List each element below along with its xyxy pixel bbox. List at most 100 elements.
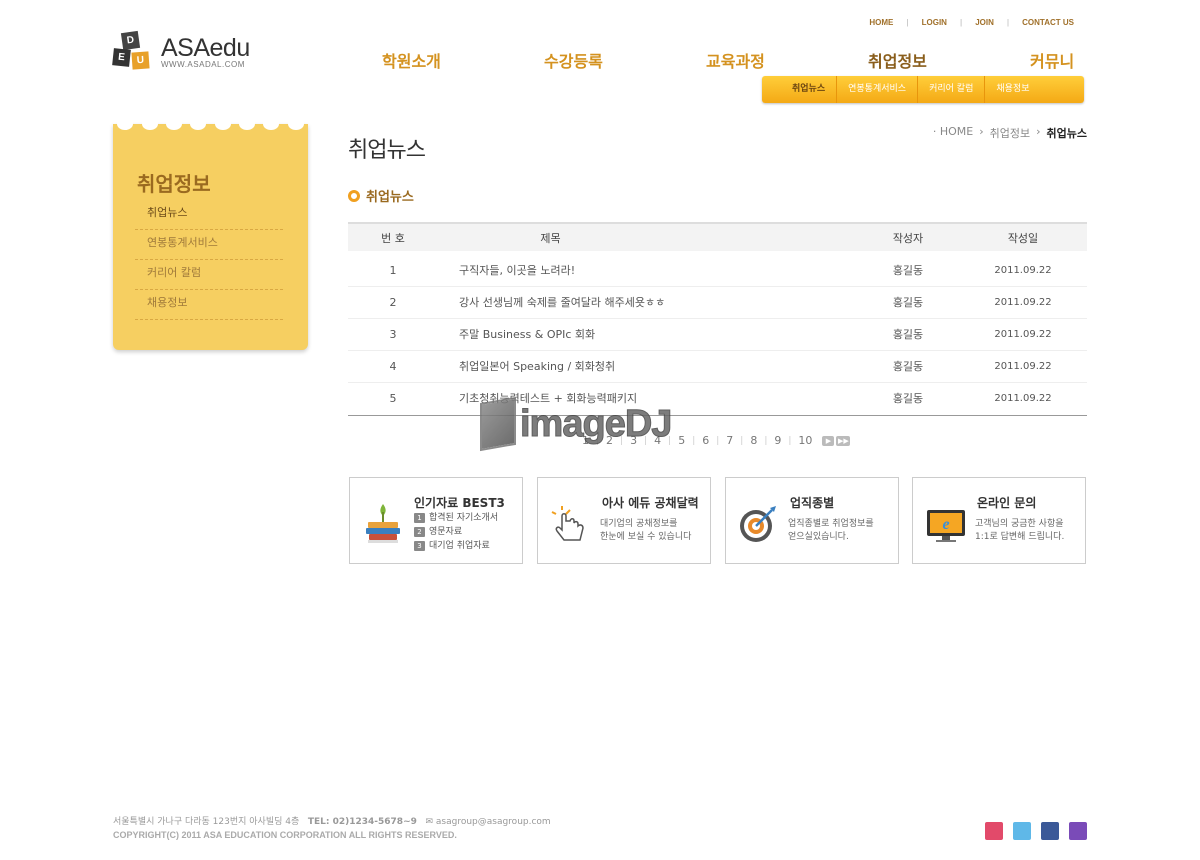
site-logo[interactable]: D E U ASAedu WWW.ASADAL.COM [112, 30, 250, 72]
facebook-icon[interactable] [1041, 822, 1059, 840]
rank-badge: 3 [414, 541, 425, 551]
banner-desc: 업직종별로 취업정보를얻으실있습니다. [788, 518, 898, 544]
banner-desc-line: 업직종별로 취업정보를 [788, 519, 874, 529]
banner-title: 업직종별 [790, 496, 835, 510]
banner-desc-line: 대기업의 공채정보를 [600, 519, 678, 529]
header-no: 번 호 [381, 232, 405, 245]
logo-name: ASAedu [161, 33, 250, 62]
page-link[interactable]: 9 [767, 434, 788, 447]
banner-title: 온라인 문의 [977, 496, 1037, 510]
target-icon [740, 506, 776, 542]
row-date: 2011.09.22 [994, 393, 1052, 404]
util-join-link[interactable]: JOIN [962, 18, 1007, 27]
gnb-item-about[interactable]: 학원소개 [382, 48, 441, 72]
sidebar-item-salary[interactable]: 연봉통계서비스 [135, 230, 283, 260]
sidebar-item-recruit[interactable]: 채용정보 [135, 290, 283, 320]
sidebar-item-news[interactable]: 취업뉴스 [135, 200, 283, 230]
rank-badge: 1 [414, 513, 425, 523]
row-no: 5 [389, 392, 397, 405]
best3-list: 1 합격된 자기소개서 2 영문자료 3 대기업 취업자료 [414, 511, 498, 553]
row-writer: 홍길동 [892, 392, 924, 405]
quick-banners: 인기자료 BEST3 1 합격된 자기소개서 2 영문자료 3 대기업 취업자료 아사… [349, 477, 1086, 564]
banner-desc-line: 고객님의 궁금한 사항을 [975, 519, 1064, 529]
sidebar-list: 취업뉴스 연봉통계서비스 커리어 칼럼 채용정보 [135, 200, 283, 320]
logo-blocks-icon: D E U [112, 30, 155, 72]
banner-title: 아사 에듀 공채달력 [602, 496, 699, 510]
row-title-link[interactable]: 취업일본어 Speaking / 회화청취 [459, 351, 615, 383]
gnb-item-courses[interactable]: 교육과정 [706, 48, 765, 72]
best3-text: 영문자료 [429, 527, 463, 537]
util-contact-link[interactable]: CONTACT US [1009, 18, 1087, 27]
banner-desc-line: 얻으실있습니다. [788, 532, 849, 542]
section-title: 취업뉴스 [366, 190, 414, 205]
page-link[interactable]: 7 [719, 434, 740, 447]
banner-inquiry[interactable]: e 온라인 문의 고객님의 궁금한 사항을 1:1로 답변해 드립니다. [912, 477, 1086, 564]
banner-title: 인기자료 BEST3 [414, 496, 505, 510]
watermark-cube-icon [480, 396, 516, 452]
board-header: 번 호 제목 작성자 작성일 [348, 222, 1087, 251]
subnav-item-recruit[interactable]: 채용정보 [985, 76, 1040, 103]
row-date: 2011.09.22 [994, 297, 1052, 308]
page-link[interactable]: 8 [743, 434, 764, 447]
best3-item[interactable]: 2 영문자료 [414, 525, 498, 539]
section-heading: 취업뉴스 [348, 186, 414, 205]
banner-best3[interactable]: 인기자료 BEST3 1 합격된 자기소개서 2 영문자료 3 대기업 취업자료 [349, 477, 523, 564]
table-row: 4 취업일본어 Speaking / 회화청취 홍길동 2011.09.22 [348, 351, 1087, 383]
breadcrumb-chevron-icon: › [979, 125, 984, 138]
footer: 서울특별시 가나구 다라동 123번지 아사빌딩 4층 TEL: 02)1234… [113, 816, 551, 842]
table-row: 2 강사 선생님께 숙제를 줄여달라 해주세욧ㅎㅎ 홍길동 2011.09.22 [348, 287, 1087, 319]
breadcrumb-home[interactable]: · HOME [933, 125, 973, 141]
row-title-link[interactable]: 구직자들, 이곳을 노려라! [459, 255, 575, 287]
header-writer: 작성자 [892, 232, 924, 245]
footer-email[interactable]: asagroup@asagroup.com [436, 817, 551, 827]
gnb-item-jobs[interactable]: 취업정보 [868, 48, 927, 72]
sidebar-title: 취업정보 [137, 172, 211, 196]
best3-item[interactable]: 3 대기업 취업자료 [414, 539, 498, 553]
footer-tel: TEL: 02)1234-5678~9 [307, 817, 417, 827]
page-link[interactable]: 6 [695, 434, 716, 447]
row-no: 1 [389, 264, 397, 277]
svg-text:e: e [942, 516, 949, 533]
util-login-link[interactable]: LOGIN [909, 18, 960, 27]
subnav-item-column[interactable]: 커리어 칼럼 [918, 76, 984, 103]
last-page-icon[interactable]: ▶▶ [836, 435, 851, 446]
util-home-link[interactable]: HOME [856, 18, 906, 27]
row-date: 2011.09.22 [994, 265, 1052, 276]
page-link[interactable]: 5 [671, 434, 692, 447]
sidebar-scallop-edge [113, 118, 308, 132]
logo-block: D [120, 30, 141, 51]
row-title-link[interactable]: 강사 선생님께 숙제를 줄여달라 해주세욧ㅎㅎ [459, 287, 665, 319]
row-no: 4 [389, 360, 397, 373]
breadcrumb-jobs[interactable]: 취업정보 [990, 125, 1030, 141]
next-page-icon[interactable]: ▶ [822, 435, 835, 446]
page-title: 취업뉴스 [348, 138, 426, 163]
row-date: 2011.09.22 [994, 361, 1052, 372]
page-link[interactable]: 10 [791, 434, 819, 447]
gnb-item-register[interactable]: 수강등록 [544, 48, 603, 72]
banner-desc: 고객님의 궁금한 사항을 1:1로 답변해 드립니다. [975, 518, 1085, 544]
row-title-link[interactable]: 주말 Business & OPIc 회화 [459, 319, 595, 351]
subnav-item-news[interactable]: 취업뉴스 [762, 76, 836, 103]
banner-calendar[interactable]: 아사 에듀 공채달력 대기업의 공채정보를 한눈에 보실 수 있습니다 [537, 477, 711, 564]
cyworld-icon[interactable] [985, 822, 1003, 840]
news-board: 번 호 제목 작성자 작성일 1 구직자들, 이곳을 노려라! 홍길동 2011… [348, 222, 1087, 416]
row-no: 3 [389, 328, 397, 341]
banner-desc: 대기업의 공채정보를 한눈에 보실 수 있습니다 [600, 518, 710, 544]
row-writer: 홍길동 [892, 296, 924, 309]
row-no: 2 [389, 296, 397, 309]
table-row: 3 주말 Business & OPIc 회화 홍길동 2011.09.22 [348, 319, 1087, 351]
row-date: 2011.09.22 [994, 329, 1052, 340]
circle-bullet-icon [348, 189, 360, 202]
banner-industry[interactable]: 업직종별 업직종별로 취업정보를얻으실있습니다. [725, 477, 899, 564]
sidebar-item-column[interactable]: 커리어 칼럼 [135, 260, 283, 290]
me2day-icon[interactable] [1069, 822, 1087, 840]
sub-nav: 취업뉴스 연봉통계서비스 커리어 칼럼 채용정보 [762, 76, 1084, 103]
table-row: 5 기초청취능력테스트 + 회화능력패키지 홍길동 2011.09.22 [348, 383, 1087, 415]
best3-item[interactable]: 1 합격된 자기소개서 [414, 511, 498, 525]
row-writer: 홍길동 [892, 264, 924, 277]
subnav-item-salary[interactable]: 연봉통계서비스 [837, 76, 917, 103]
twitter-icon[interactable] [1013, 822, 1031, 840]
row-writer: 홍길동 [892, 328, 924, 341]
logo-block: E [112, 48, 131, 67]
best3-text: 대기업 취업자료 [429, 541, 490, 551]
